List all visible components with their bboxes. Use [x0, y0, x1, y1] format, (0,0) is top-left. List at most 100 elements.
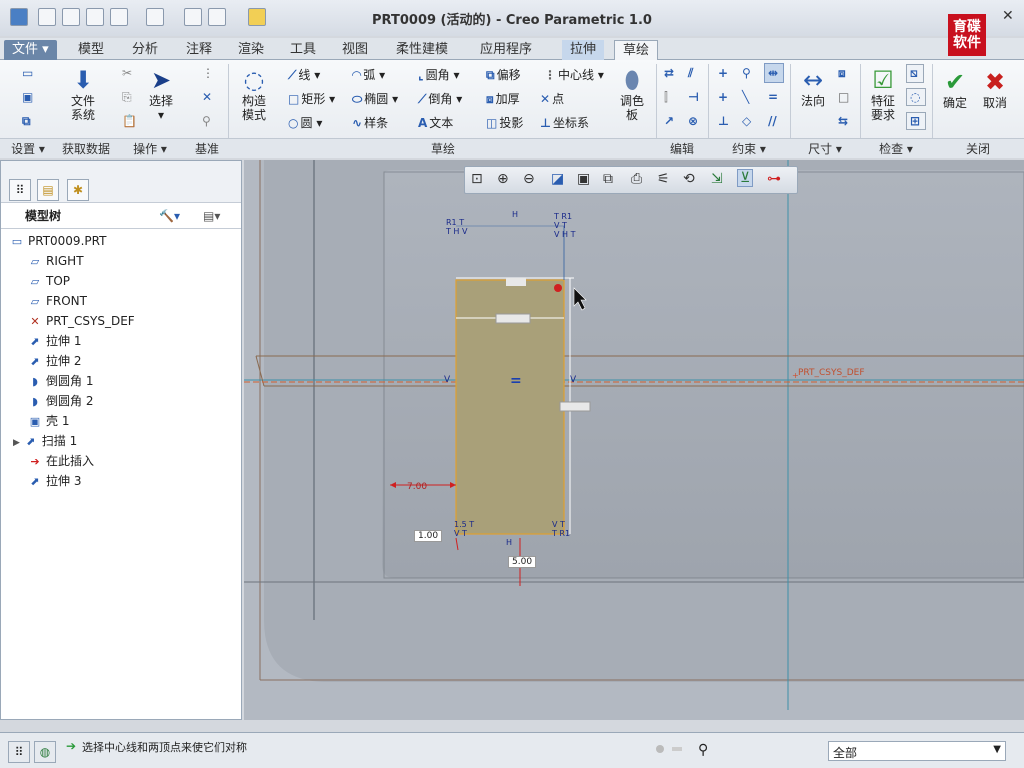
tab-analysis[interactable]: 分析 — [124, 40, 166, 60]
group-inspect[interactable]: 检查 ▾ — [860, 138, 932, 158]
ellipse-button[interactable]: ⬭ 椭圆 ▾ — [352, 90, 398, 107]
group-operations[interactable]: 操作 ▾ — [116, 138, 184, 158]
file-system-button[interactable]: ⬇ 文件 系统 — [64, 66, 102, 122]
close-window-button[interactable]: ✕ — [1002, 8, 1014, 24]
tab-file[interactable]: 文件 ▾ — [4, 40, 57, 60]
delete-icon[interactable]: ✕ — [202, 90, 214, 104]
tree-item-part[interactable]: ▭ PRT0009.PRT — [1, 231, 241, 251]
highlight-open-ends-icon[interactable]: ◌ — [906, 88, 927, 106]
rectangle-button[interactable]: □ 矩形 ▾ — [288, 90, 335, 107]
more-icon[interactable]: ⋮ — [202, 66, 214, 80]
line-button[interactable]: ⟋ 线 ▾ — [288, 66, 320, 83]
tree-item-extrude-1[interactable]: ⬈ 拉伸 1 — [1, 331, 241, 351]
tab-extrude[interactable]: 拉伸 — [562, 40, 605, 60]
rotate-resize-icon[interactable]: ↗ — [664, 114, 676, 128]
baseline-icon[interactable]: ⇆ — [838, 114, 850, 128]
find-icon[interactable]: ⚲ — [698, 742, 708, 758]
tab-tools[interactable]: 工具 — [282, 40, 324, 60]
fillet-button[interactable]: ⌞ 圆角 ▾ — [418, 66, 459, 83]
offset-button[interactable]: ⧉ 偏移 — [486, 66, 521, 83]
selection-filter-dropdown[interactable]: 全部 ▼ — [828, 741, 1006, 761]
shade-closed-loops-icon[interactable]: ⊞ — [906, 112, 927, 130]
group-setup[interactable]: 设置 ▾ — [0, 138, 56, 158]
dimension-1[interactable]: 1.00 — [414, 530, 443, 542]
circle-button[interactable]: ○ 圆 ▾ — [288, 114, 322, 131]
tree-columns-icon[interactable]: ▤▾ — [203, 203, 220, 229]
paste-icon[interactable]: 📋 — [122, 114, 137, 128]
tab-applications[interactable]: 应用程序 — [472, 40, 540, 60]
symmetric-constraint-icon[interactable]: ⇹ — [764, 63, 785, 83]
project-button[interactable]: ◫ 投影 — [486, 114, 523, 131]
edit-icon[interactable]: ⚲ — [202, 114, 211, 128]
coincident-constraint-icon[interactable]: ◇ — [742, 114, 753, 128]
point-button[interactable]: ✕ 点 — [540, 90, 564, 107]
chamfer-button[interactable]: ⟋ 倒角 ▾ — [418, 90, 462, 107]
normal-dimension-button[interactable]: ↔ 法向 — [794, 66, 832, 108]
reference-icon[interactable]: □ — [838, 90, 849, 104]
csys-button[interactable]: ⊥ 坐标系 — [540, 114, 589, 131]
tree-settings-icon[interactable]: 🔨▾ — [159, 203, 180, 229]
model-tree-tab-icon[interactable]: ⠿ — [9, 179, 31, 201]
navigator-toggle-icon[interactable]: ⠿ — [8, 741, 30, 763]
dimension-7[interactable]: 7.00 — [404, 482, 430, 492]
refit-icon[interactable]: ⊡ — [471, 171, 483, 187]
equal-constraint-icon[interactable]: = — [768, 90, 780, 104]
tree-item-front[interactable]: ▱ FRONT — [1, 291, 241, 311]
select-button[interactable]: ➤ 选择 ▾ — [144, 66, 178, 122]
display-style-icon[interactable]: ▣ — [577, 171, 590, 187]
datum-display-icon[interactable]: ⚟ — [657, 171, 670, 187]
horizontal-constraint-icon[interactable]: + — [718, 90, 730, 104]
tree-item-sweep-1[interactable]: ▶ ⬈ 扫描 1 — [1, 431, 241, 451]
group-dimension[interactable]: 尺寸 ▾ — [790, 138, 860, 158]
midpoint-constraint-icon[interactable]: ╲ — [742, 90, 751, 104]
feature-requirements-button[interactable]: ☑ 特征 要求 — [864, 66, 902, 122]
tab-flexible-modeling[interactable]: 柔性建模 — [388, 40, 456, 60]
corner-icon[interactable]: ⊣ — [688, 90, 701, 104]
favorites-tab-icon[interactable]: ✱ — [67, 179, 89, 201]
perimeter-icon[interactable]: ⧈ — [838, 66, 848, 81]
arc-button[interactable]: ◠ 弧 ▾ — [352, 66, 385, 83]
tree-item-shell-1[interactable]: ▣ 壳 1 — [1, 411, 241, 431]
tangent-constraint-icon[interactable]: ⚲ — [742, 66, 753, 80]
modify-icon[interactable]: ⇄ — [664, 66, 676, 80]
saved-views-icon[interactable]: ⧉ — [603, 171, 613, 187]
spin-center-icon[interactable]: ⟲ — [683, 171, 695, 187]
text-button[interactable]: A 文本 — [418, 114, 453, 131]
sketch-view-icon[interactable]: ⧉ — [22, 114, 33, 129]
refit-icon[interactable]: ▣ — [22, 90, 35, 104]
constraint-display-icon[interactable]: ⊻ — [737, 169, 754, 187]
tab-view[interactable]: 视图 — [334, 40, 376, 60]
sketch-view-icon[interactable]: ⎙ — [631, 171, 642, 187]
tab-sketch[interactable]: 草绘 — [614, 40, 659, 60]
tree-item-extrude-3[interactable]: ⬈ 拉伸 3 — [1, 471, 241, 491]
tree-item-extrude-2[interactable]: ⬈ 拉伸 2 — [1, 351, 241, 371]
tab-render[interactable]: 渲染 — [230, 40, 272, 60]
overlapping-geometry-icon[interactable]: ⧅ — [906, 64, 924, 83]
tree-item-insert-here[interactable]: ➔ 在此插入 — [1, 451, 241, 471]
tree-item-csys[interactable]: ✕ PRT_CSYS_DEF — [1, 311, 241, 331]
mirror-icon[interactable]: ⫿ — [664, 90, 668, 105]
settings-icon[interactable]: ▭ — [22, 66, 35, 80]
zoom-out-icon[interactable]: ⊖ — [523, 171, 535, 187]
selected-vertex[interactable] — [554, 284, 562, 292]
vertical-constraint-icon[interactable]: + — [718, 66, 730, 80]
repaint-icon[interactable]: ◪ — [551, 171, 564, 187]
spline-button[interactable]: ∿ 样条 — [352, 114, 388, 131]
dimension-display-icon[interactable]: ⇲ — [711, 171, 723, 187]
vertex-display-icon[interactable]: ⊶ — [767, 171, 781, 187]
tree-item-right[interactable]: ▱ RIGHT — [1, 251, 241, 271]
copy-icon[interactable]: ⎘ — [122, 90, 132, 105]
expand-arrow-icon[interactable]: ▶ — [13, 438, 23, 448]
dimension-5[interactable]: 5.00 — [508, 556, 537, 568]
tree-item-round-1[interactable]: ◗ 倒圆角 1 — [1, 371, 241, 391]
sketch-canvas[interactable]: = V V + — [244, 160, 1024, 720]
graphics-viewport[interactable]: = V V + R1 TT H V H T R1 V TV H T 1.5 TV … — [244, 160, 1024, 720]
tab-annotate[interactable]: 注释 — [178, 40, 220, 60]
browser-toggle-icon[interactable]: ◍ — [34, 741, 56, 763]
parallel-constraint-icon[interactable]: // — [768, 114, 779, 128]
construction-mode-button[interactable]: ◌ 构造 模式 — [236, 66, 272, 122]
tree-item-top[interactable]: ▱ TOP — [1, 271, 241, 291]
divide-icon[interactable]: ⫽ — [688, 66, 695, 81]
zoom-in-icon[interactable]: ⊕ — [497, 171, 509, 187]
folder-browser-tab-icon[interactable]: ▤ — [37, 179, 59, 201]
